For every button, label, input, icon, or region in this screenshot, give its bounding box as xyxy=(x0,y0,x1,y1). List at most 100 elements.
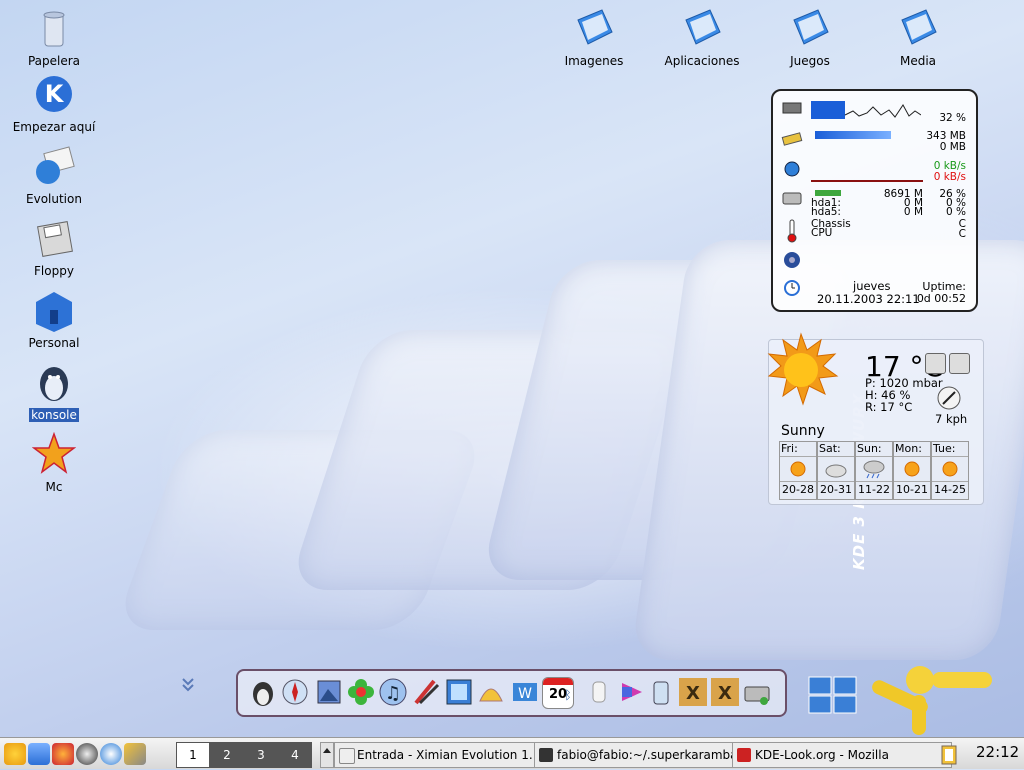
forecast-day-name: Sun: xyxy=(856,442,892,457)
forecast-day: Sun: 11-22 xyxy=(855,441,893,500)
forecast-day-name: Tue: xyxy=(932,442,968,457)
mc-icon xyxy=(31,431,77,476)
forecast-range: 20-31 xyxy=(818,481,854,498)
bluetooth-icon[interactable]: ᛒ xyxy=(562,677,574,707)
hda5-label: hda5: xyxy=(811,206,841,218)
image-viewer-icon[interactable] xyxy=(314,677,344,707)
sun-icon xyxy=(932,457,968,481)
clipboard-icon[interactable] xyxy=(940,743,958,765)
desktop-icon-label: konsole xyxy=(29,408,79,422)
desktop-icon-trash[interactable]: Papelera xyxy=(4,6,104,68)
folder-icon xyxy=(788,6,832,50)
big-sun-icon xyxy=(763,332,839,408)
forecast-range: 11-22 xyxy=(856,481,892,498)
task-scroll-up-icon[interactable] xyxy=(320,742,334,768)
desktop-icon-label: Evolution xyxy=(26,192,82,206)
mozilla-icon xyxy=(737,748,751,762)
writer-icon[interactable]: W xyxy=(510,677,540,707)
net-out: 0 kB/s xyxy=(933,171,966,183)
network-graph-line xyxy=(811,180,923,182)
flower-icon[interactable] xyxy=(346,677,376,707)
desktop-icon-label: Papelera xyxy=(27,54,81,68)
desktop-icon-imagenes[interactable]: Imagenes xyxy=(544,6,644,68)
desktop-icon-label: Media xyxy=(899,54,937,68)
penguin-icon xyxy=(32,360,76,404)
terminal-icon xyxy=(539,748,553,762)
file-manager-icon[interactable] xyxy=(28,743,50,765)
desktop-icon-label: Juegos xyxy=(790,54,830,68)
tools-icon[interactable] xyxy=(925,353,946,374)
desktop-icon-label: Empezar aquí xyxy=(12,120,96,134)
trash-icon xyxy=(32,6,76,50)
double-chevron-down-icon[interactable] xyxy=(181,676,195,692)
virtual-desktop-1[interactable]: 1 xyxy=(176,742,210,768)
compass-icon[interactable] xyxy=(280,677,310,707)
task-label: Entrada - Ximian Evolution 1. xyxy=(357,748,533,762)
cpu-chip-icon xyxy=(781,99,802,117)
svg-text:X: X xyxy=(686,683,700,704)
thermometer-icon xyxy=(781,219,801,243)
desktop-icon-konsole[interactable]: konsole xyxy=(4,360,104,422)
forecast-day: Fri: 20-28 xyxy=(779,441,817,500)
paint-brush-icon[interactable] xyxy=(410,677,440,707)
uptime-label: Uptime: xyxy=(922,280,966,293)
browser-icon[interactable] xyxy=(100,743,122,765)
forecast-day-name: Fri: xyxy=(780,442,816,457)
desktop-pager-widget[interactable] xyxy=(808,676,858,714)
sun-icon xyxy=(894,457,930,481)
star-app-icon[interactable] xyxy=(52,743,74,765)
penguin-icon[interactable] xyxy=(76,743,98,765)
desktop-icon-juegos[interactable]: Juegos xyxy=(760,6,860,68)
svg-text:♫: ♫ xyxy=(385,683,401,704)
trash-can-icon[interactable] xyxy=(646,677,676,707)
drive-icon[interactable] xyxy=(742,677,772,707)
virtual-desktop-4[interactable]: 4 xyxy=(278,742,312,768)
desktop-icon-label: Floppy xyxy=(34,264,74,278)
desktop-icon-media[interactable]: Media xyxy=(868,6,968,68)
hda5-pct: 0 % xyxy=(946,206,966,218)
desktop-icon-floppy[interactable]: Floppy xyxy=(4,216,104,278)
forecast-day: Tue: 14-25 xyxy=(931,441,969,500)
xxx-game-icon[interactable]: X xyxy=(710,677,740,707)
music-note-icon[interactable]: ♫ xyxy=(378,677,408,707)
picture-frame-icon[interactable] xyxy=(444,677,474,707)
desktop-icon-mc[interactable]: Mc xyxy=(4,431,104,494)
media-player-icon[interactable] xyxy=(616,677,646,707)
fan-icon xyxy=(781,251,801,269)
cylinder-icon[interactable] xyxy=(584,677,614,707)
system-monitor-widget: 32 % 343 MB 0 MB 0 kB/s 0 kB/s hda1: hda… xyxy=(771,89,978,312)
task-terminal[interactable]: fabio@fabio:~/.superkaramba xyxy=(534,742,752,768)
shell-icon[interactable] xyxy=(476,677,506,707)
date-time: 20.11.2003 22:11 xyxy=(817,292,920,306)
camera-icon[interactable] xyxy=(949,353,970,374)
home-icon xyxy=(32,288,76,332)
cpu-temp-label: CPU xyxy=(811,227,833,239)
taskbar: 1 2 3 4 Entrada - Ximian Evolution 1. fa… xyxy=(0,737,1024,769)
task-mozilla[interactable]: KDE-Look.org - Mozilla xyxy=(732,742,952,768)
desktop-icon-aplicaciones[interactable]: Aplicaciones xyxy=(652,6,752,68)
desktop-icon-label: Mc xyxy=(45,480,63,494)
desktop-icon-start-here[interactable]: K Empezar aquí xyxy=(4,72,104,134)
folder-icon xyxy=(572,6,616,50)
clock-row: jueves 20.11.2003 22:11 Uptime: 0d 00:52 xyxy=(779,279,970,306)
forecast-day: Sat: 20-31 xyxy=(817,441,855,500)
folder-icon xyxy=(896,6,940,50)
forecast-range: 10-21 xyxy=(894,481,930,498)
virtual-desktop-2[interactable]: 2 xyxy=(210,742,244,768)
desktop-icon-evolution[interactable]: Evolution xyxy=(4,144,104,206)
forecast-range: 20-28 xyxy=(780,481,816,498)
wallpaper-figure xyxy=(840,650,1020,735)
task-evolution[interactable]: Entrada - Ximian Evolution 1. xyxy=(334,742,554,768)
penguin-icon[interactable] xyxy=(248,677,278,707)
desktop-icon-label: Imagenes xyxy=(564,54,624,68)
kde-start-icon: K xyxy=(32,72,76,116)
task-label: fabio@fabio:~/.superkaramba xyxy=(557,748,738,762)
search-tool-icon[interactable] xyxy=(124,743,146,765)
temperature-row: Chassis CPU C C xyxy=(779,217,970,245)
floppy-icon xyxy=(32,216,76,260)
xxx-game-icon[interactable]: X xyxy=(678,677,708,707)
taskbar-clock[interactable]: 22:12 xyxy=(976,743,1019,761)
desktop-icon-personal[interactable]: Personal xyxy=(4,288,104,350)
virtual-desktop-3[interactable]: 3 xyxy=(244,742,278,768)
kde-menu-icon[interactable] xyxy=(4,743,26,765)
